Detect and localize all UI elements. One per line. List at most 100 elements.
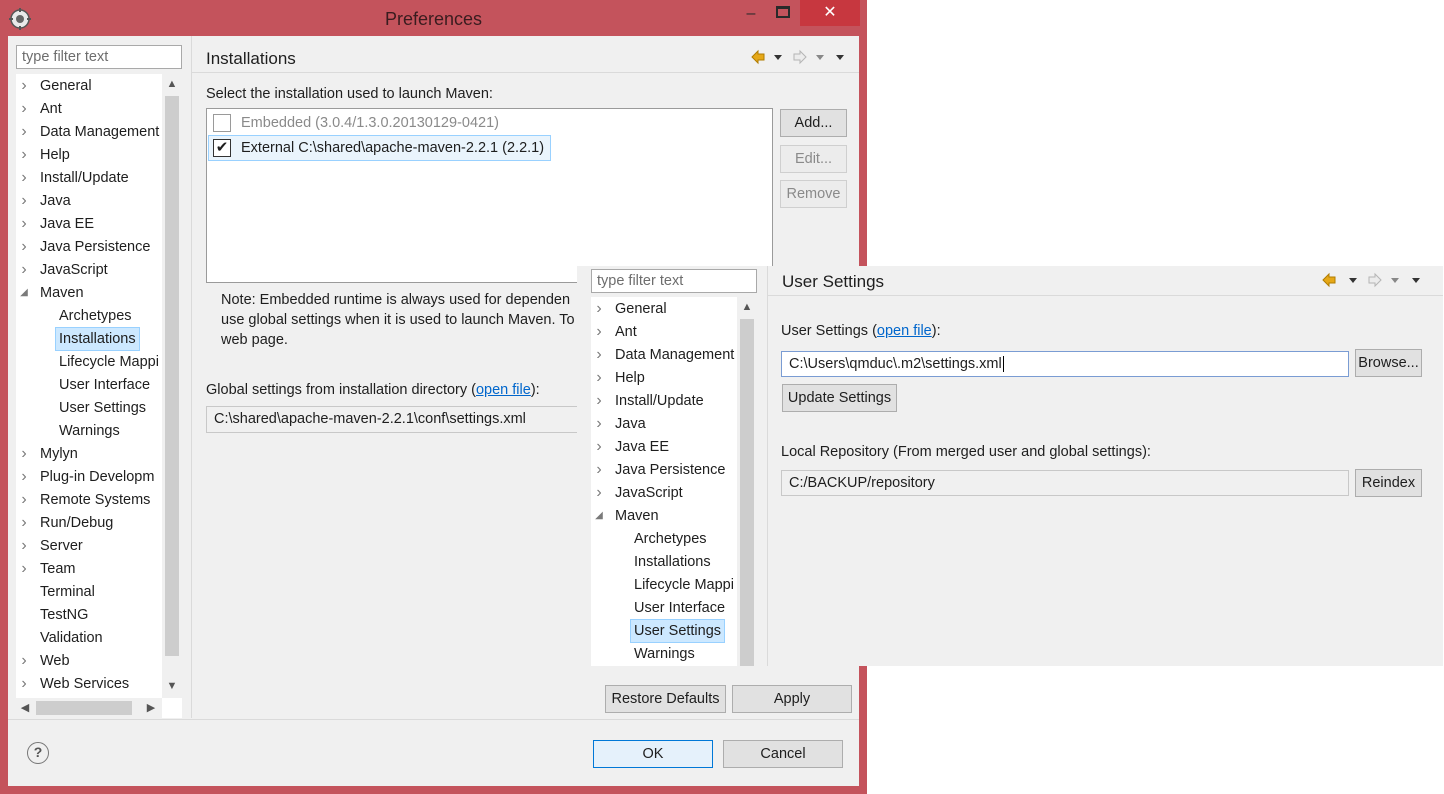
- collapsed-arrow-icon[interactable]: ›: [594, 321, 604, 343]
- collapsed-arrow-icon[interactable]: ›: [594, 344, 604, 366]
- tree-item[interactable]: › Mylyn: [16, 443, 162, 465]
- update-settings-button[interactable]: Update Settings: [782, 384, 897, 412]
- back-icon[interactable]: [751, 49, 765, 65]
- forward-menu-icon[interactable]: [816, 55, 824, 60]
- close-button[interactable]: ✕: [800, 0, 860, 26]
- tree-item[interactable]: User Settings: [591, 619, 737, 643]
- user-open-file-link[interactable]: open file: [877, 323, 932, 339]
- tree-item[interactable]: › Java Persistence: [591, 459, 737, 481]
- tree-item[interactable]: › General: [16, 75, 162, 97]
- cancel-button[interactable]: Cancel: [723, 740, 843, 768]
- collapsed-arrow-icon[interactable]: ›: [594, 413, 604, 435]
- collapsed-arrow-icon[interactable]: ›: [19, 190, 29, 212]
- tree-item[interactable]: › Web: [16, 650, 162, 672]
- tree-item[interactable]: Lifecycle Mappi: [16, 351, 162, 373]
- filter-input[interactable]: type filter text: [16, 45, 182, 69]
- minimize-button[interactable]: –: [742, 2, 760, 26]
- collapsed-arrow-icon[interactable]: ›: [19, 466, 29, 488]
- scroll-left-icon[interactable]: ◀: [16, 698, 34, 718]
- collapsed-arrow-icon[interactable]: ›: [19, 558, 29, 580]
- collapsed-arrow-icon[interactable]: ›: [19, 489, 29, 511]
- tree-item[interactable]: › JavaScript: [16, 259, 162, 281]
- tree-item[interactable]: User Settings: [16, 397, 162, 419]
- tree-item[interactable]: › Install/Update: [591, 390, 737, 412]
- tree-item[interactable]: › Java Persistence: [16, 236, 162, 258]
- eclipse-gear-icon[interactable]: [9, 8, 31, 30]
- back-menu-icon[interactable]: [1349, 278, 1357, 283]
- expanded-arrow-icon[interactable]: ◢: [594, 505, 604, 527]
- collapsed-arrow-icon[interactable]: ›: [19, 673, 29, 695]
- installation-row-embedded[interactable]: Embedded (3.0.4/1.3.0.20130129-0421): [211, 112, 499, 134]
- collapsed-arrow-icon[interactable]: ›: [19, 650, 29, 672]
- user-settings-path-input[interactable]: C:\Users\qmduc\.m2\settings.xml: [781, 351, 1349, 377]
- collapsed-arrow-icon[interactable]: ›: [594, 298, 604, 320]
- tree-scroll-thumb[interactable]: [165, 96, 179, 656]
- tree-item[interactable]: › Team: [16, 558, 162, 580]
- global-settings-path-field[interactable]: C:\shared\apache-maven-2.2.1\conf\settin…: [206, 406, 586, 433]
- tree-item[interactable]: › General: [591, 298, 737, 320]
- tree-item[interactable]: › Plug-in Developm: [16, 466, 162, 488]
- forward-menu-icon[interactable]: [1391, 278, 1399, 283]
- collapsed-arrow-icon[interactable]: ›: [19, 144, 29, 166]
- forward-icon[interactable]: [1368, 272, 1382, 288]
- collapsed-arrow-icon[interactable]: ›: [19, 259, 29, 281]
- collapsed-arrow-icon[interactable]: ›: [19, 75, 29, 97]
- scroll-down-icon[interactable]: ▼: [162, 676, 182, 696]
- collapsed-arrow-icon[interactable]: ›: [19, 121, 29, 143]
- tree-item[interactable]: Lifecycle Mappi: [591, 574, 737, 596]
- tree-item[interactable]: › Java EE: [16, 213, 162, 235]
- checkbox-external[interactable]: ✔: [213, 139, 231, 157]
- scroll-up-icon[interactable]: ▲: [162, 74, 182, 94]
- tree-item[interactable]: Validation: [16, 627, 162, 649]
- collapsed-arrow-icon[interactable]: ›: [19, 535, 29, 557]
- collapsed-arrow-icon[interactable]: ›: [19, 98, 29, 120]
- tree-item[interactable]: › JavaScript: [591, 482, 737, 504]
- tree-item[interactable]: › Server: [16, 535, 162, 557]
- tree-item[interactable]: ◢ Maven: [591, 505, 737, 527]
- collapsed-arrow-icon[interactable]: ›: [19, 443, 29, 465]
- tree-item[interactable]: › Java EE: [591, 436, 737, 458]
- collapsed-arrow-icon[interactable]: ›: [19, 167, 29, 189]
- reindex-button[interactable]: Reindex: [1355, 469, 1422, 497]
- collapsed-arrow-icon[interactable]: ›: [594, 367, 604, 389]
- overlay-tree-scrollbar[interactable]: ▲: [737, 297, 757, 666]
- add-button[interactable]: Add...: [780, 109, 847, 137]
- scroll-up-icon[interactable]: ▲: [737, 297, 757, 317]
- tree-item[interactable]: › Java: [16, 190, 162, 212]
- overlay-filter-input[interactable]: type filter text: [591, 269, 757, 293]
- window-title-bar[interactable]: Preferences: [0, 0, 867, 36]
- apply-button[interactable]: Apply: [732, 685, 852, 713]
- tree-item[interactable]: › Remote Systems: [16, 489, 162, 511]
- tree-item[interactable]: › Ant: [16, 98, 162, 120]
- local-repository-field[interactable]: C:/BACKUP/repository: [781, 470, 1349, 496]
- tree-item[interactable]: Installations: [16, 327, 162, 351]
- back-menu-icon[interactable]: [774, 55, 782, 60]
- tree-item[interactable]: User Interface: [16, 374, 162, 396]
- collapsed-arrow-icon[interactable]: ›: [19, 512, 29, 534]
- maximize-button[interactable]: [776, 6, 790, 18]
- tree-item[interactable]: › Help: [16, 144, 162, 166]
- scroll-right-icon[interactable]: ▶: [142, 698, 160, 718]
- restore-defaults-button[interactable]: Restore Defaults: [605, 685, 726, 713]
- remove-button[interactable]: Remove: [780, 180, 847, 208]
- help-icon[interactable]: ?: [27, 742, 49, 764]
- tree-item[interactable]: › Help: [591, 367, 737, 389]
- collapsed-arrow-icon[interactable]: ›: [19, 236, 29, 258]
- view-menu-icon[interactable]: [836, 55, 844, 60]
- tree-item[interactable]: › Install/Update: [16, 167, 162, 189]
- tree-item[interactable]: TestNG: [16, 604, 162, 626]
- tree-item[interactable]: Terminal: [16, 581, 162, 603]
- tree-item[interactable]: Warnings: [16, 420, 162, 442]
- tree-vertical-scrollbar[interactable]: ▲ ▼: [162, 74, 182, 698]
- checkbox-embedded[interactable]: [213, 114, 231, 132]
- tree-item[interactable]: › Data Management: [591, 344, 737, 366]
- tree-item[interactable]: Installations: [591, 551, 737, 573]
- collapsed-arrow-icon[interactable]: ›: [594, 390, 604, 412]
- expanded-arrow-icon[interactable]: ◢: [19, 282, 29, 304]
- tree-horizontal-scrollbar[interactable]: ◀ ▶: [16, 698, 162, 718]
- installation-row-external[interactable]: ✔ External C:\shared\apache-maven-2.2.1 …: [207, 135, 552, 161]
- forward-icon[interactable]: [793, 49, 807, 65]
- tree-item[interactable]: › Web Services: [16, 673, 162, 695]
- tree-item[interactable]: › Run/Debug: [16, 512, 162, 534]
- tree-item[interactable]: › Java: [591, 413, 737, 435]
